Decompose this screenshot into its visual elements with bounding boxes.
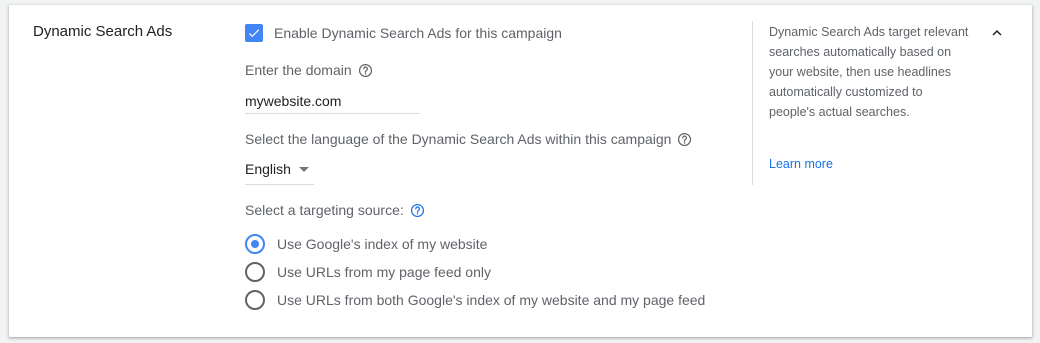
chevron-up-icon bbox=[992, 30, 1002, 36]
radio-button[interactable] bbox=[245, 262, 265, 282]
help-icon[interactable] bbox=[410, 203, 425, 218]
language-select-value: English bbox=[245, 161, 291, 177]
domain-input[interactable] bbox=[245, 89, 420, 114]
radio-label: Use Google's index of my website bbox=[277, 236, 488, 252]
help-description: Dynamic Search Ads target relevant searc… bbox=[769, 25, 969, 119]
radio-selected-dot bbox=[251, 240, 259, 248]
targeting-option-google-index[interactable]: Use Google's index of my website bbox=[245, 234, 487, 254]
dynamic-search-ads-panel: Dynamic Search Ads Enable Dynamic Search… bbox=[9, 5, 1032, 337]
learn-more-link[interactable]: Learn more bbox=[769, 157, 833, 171]
section-title: Dynamic Search Ads bbox=[33, 23, 173, 40]
domain-label-row: Enter the domain bbox=[245, 62, 373, 78]
collapse-button[interactable] bbox=[987, 23, 1007, 43]
enable-dsa-checkbox[interactable] bbox=[245, 24, 263, 42]
help-icon[interactable] bbox=[358, 63, 373, 78]
radio-label: Use URLs from my page feed only bbox=[277, 264, 491, 280]
targeting-option-page-feed[interactable]: Use URLs from my page feed only bbox=[245, 262, 491, 282]
language-label: Select the language of the Dynamic Searc… bbox=[245, 131, 672, 147]
help-icon[interactable] bbox=[677, 132, 692, 147]
targeting-label: Select a targeting source: bbox=[245, 202, 404, 218]
language-select[interactable]: English bbox=[245, 156, 314, 185]
check-icon bbox=[248, 29, 260, 38]
vertical-divider bbox=[752, 21, 753, 185]
targeting-label-row: Select a targeting source: bbox=[245, 202, 425, 218]
enable-dsa-label: Enable Dynamic Search Ads for this campa… bbox=[274, 25, 562, 41]
targeting-option-both[interactable]: Use URLs from both Google's index of my … bbox=[245, 290, 705, 310]
radio-button[interactable] bbox=[245, 290, 265, 310]
language-label-row: Select the language of the Dynamic Searc… bbox=[245, 131, 692, 147]
enable-dsa-row[interactable]: Enable Dynamic Search Ads for this campa… bbox=[245, 24, 562, 42]
dropdown-caret-icon bbox=[298, 167, 309, 172]
radio-label: Use URLs from both Google's index of my … bbox=[277, 292, 706, 308]
domain-label: Enter the domain bbox=[245, 62, 352, 78]
radio-button[interactable] bbox=[245, 234, 265, 254]
